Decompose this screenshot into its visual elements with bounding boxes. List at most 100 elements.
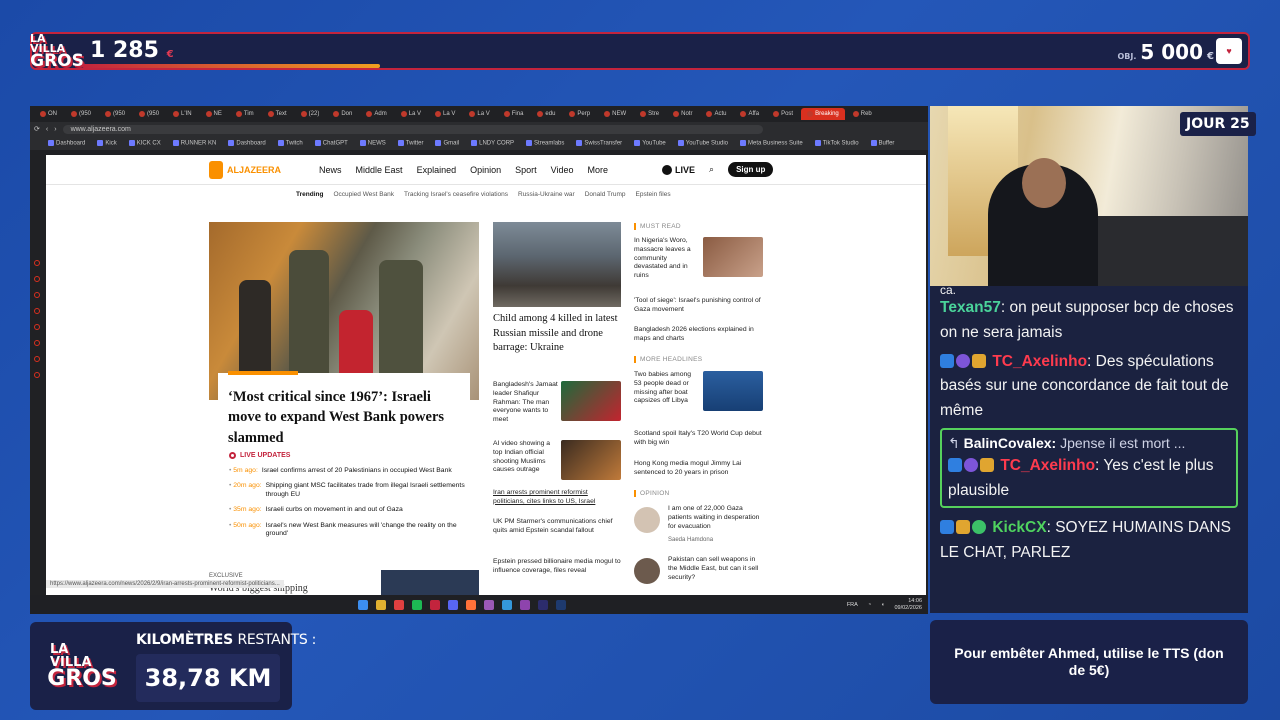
bookmark-item[interactable]: SwissTransfer — [576, 139, 622, 146]
exclusive-image[interactable] — [381, 570, 479, 595]
update-item[interactable]: 35m ago:Israeli curbs on movement in and… — [229, 506, 479, 514]
bookmark-item[interactable]: YouTube — [634, 139, 666, 146]
browser-tab[interactable]: Reb — [847, 108, 878, 120]
bookmark-item[interactable]: Twitch — [277, 139, 303, 146]
browser-tab[interactable]: La V — [395, 108, 427, 120]
bookmark-item[interactable]: Kick — [97, 139, 117, 146]
forward-icon[interactable]: › — [54, 126, 56, 133]
headline-link[interactable]: Two babies among 53 people dead or missi… — [634, 371, 698, 406]
browser-tab[interactable]: NE — [200, 108, 228, 120]
app-icon[interactable] — [484, 599, 494, 610]
reload-icon[interactable]: ⟳ — [34, 125, 40, 133]
browser-tab[interactable]: Adm — [360, 108, 392, 120]
bookmark-item[interactable]: TikTok Studio — [814, 139, 859, 146]
must-read-thumb[interactable] — [703, 237, 763, 277]
photoshop-icon[interactable] — [556, 599, 566, 610]
lead-story-title[interactable]: ‘Most critical since 1967’: Israeli move… — [228, 387, 460, 448]
browser-tab[interactable]: Breaking — [801, 108, 845, 120]
browser-icon[interactable] — [430, 599, 440, 610]
bookmark-item[interactable]: Dashboard — [228, 139, 266, 146]
must-read-link[interactable]: 'Tool of siege': Israel's punishing cont… — [634, 297, 764, 315]
bookmark-item[interactable]: Gmail — [435, 139, 459, 146]
mid-story-title[interactable]: Child among 4 killed in latest Russian m… — [493, 312, 621, 356]
browser-tab[interactable]: L'IN — [167, 108, 197, 120]
lead-story-card[interactable]: ‘Most critical since 1967’: Israeli move… — [218, 371, 470, 463]
browser-tab[interactable]: La V — [463, 108, 495, 120]
spotify-icon[interactable] — [412, 599, 422, 610]
browser-tab[interactable]: Notr — [667, 108, 698, 120]
nav-item[interactable]: Video — [551, 165, 574, 175]
browser-tab[interactable]: Affa — [734, 108, 765, 120]
browser-tab[interactable]: La V — [429, 108, 461, 120]
opinion-link[interactable]: I am one of 22,000 Gaza patients waiting… — [668, 505, 766, 531]
update-item[interactable]: 5m ago:Israel confirms arrest of 20 Pale… — [229, 467, 479, 475]
bookmark-item[interactable]: RUNNER KN — [172, 139, 216, 146]
trending-link[interactable]: Occupied West Bank — [333, 191, 394, 198]
bookmark-item[interactable]: Streamlabs — [526, 139, 564, 146]
browser-tab[interactable]: edu — [531, 108, 561, 120]
bookmark-item[interactable]: YouTube Studio — [677, 139, 728, 146]
wifi-icon[interactable]: ◔ — [868, 602, 871, 608]
browser-tab[interactable]: Fina — [498, 108, 530, 120]
language-indicator[interactable]: FRA — [847, 602, 858, 608]
update-item[interactable]: 50m ago:Israel's new West Bank measures … — [229, 522, 479, 539]
bookmark-item[interactable]: NEWS — [359, 139, 386, 146]
nav-item[interactable]: More — [588, 165, 609, 175]
browser-tab[interactable]: Tim — [230, 108, 260, 120]
nav-item[interactable]: Middle East — [356, 165, 403, 175]
search-icon[interactable]: ⌕ — [709, 164, 714, 175]
aljazeera-logo[interactable]: ALJAZEERA — [209, 160, 281, 179]
premiere-icon[interactable] — [538, 599, 548, 610]
browser-tab[interactable]: Don — [327, 108, 358, 120]
chrome-icon[interactable] — [394, 599, 404, 610]
story-link[interactable]: Bangladesh's Jamaat leader Shafiqur Rahm… — [493, 381, 559, 425]
headline-link[interactable]: Scotland spoil Italy's T20 World Cup deb… — [634, 430, 764, 448]
trending-link[interactable]: Epstein files — [636, 191, 671, 198]
story-thumb[interactable] — [561, 381, 621, 421]
live-button[interactable]: LIVE — [662, 164, 695, 175]
app-icon[interactable] — [502, 599, 512, 610]
browser-tab[interactable]: ON — [34, 108, 63, 120]
taskbar-clock[interactable]: 14:06 09/02/2026 — [894, 598, 922, 610]
story-link[interactable]: AI video showing a top Indian official s… — [493, 440, 559, 475]
folder-icon[interactable] — [376, 599, 386, 610]
bookmark-item[interactable]: Buffer — [870, 139, 894, 146]
signup-button[interactable]: Sign up — [728, 162, 774, 177]
chat-username[interactable]: Texan57 — [940, 299, 1001, 316]
avatar[interactable] — [634, 558, 660, 584]
trending-link[interactable]: Tracking Israel's ceasefire violations — [404, 191, 508, 198]
headline-link[interactable]: Hong Kong media mogul Jimmy Lai sentence… — [634, 460, 764, 478]
opinion-link[interactable]: Pakistan can sell weapons in the Middle … — [668, 556, 766, 582]
story-link[interactable]: UK PM Starmer's communications chief qui… — [493, 518, 621, 536]
app-icon[interactable] — [520, 599, 530, 610]
browser-tab[interactable]: Actu — [700, 108, 732, 120]
bookmark-item[interactable]: Dashboard — [48, 139, 85, 146]
chat-username[interactable]: KickCX — [992, 519, 1046, 536]
browser-tab[interactable]: Perp — [563, 108, 596, 120]
story-link[interactable]: Epstein pressed billionaire media mogul … — [493, 558, 621, 576]
browser-tab[interactable]: (950 — [65, 108, 97, 120]
browser-tab[interactable]: (950 — [133, 108, 165, 120]
bookmark-item[interactable]: LNDY CORP — [471, 139, 514, 146]
story-thumb[interactable] — [561, 440, 621, 480]
headline-thumb[interactable] — [703, 371, 763, 411]
reply-username[interactable]: BalinCovalex: — [964, 435, 1057, 451]
volume-icon[interactable]: ◖ — [881, 602, 884, 608]
must-read-link[interactable]: Bangladesh 2026 elections explained in m… — [634, 326, 764, 344]
nav-item[interactable]: Opinion — [470, 165, 501, 175]
chat-username[interactable]: TC_Axelinho — [992, 353, 1087, 370]
browser-tab[interactable]: Stre — [634, 108, 665, 120]
browser-tab[interactable]: (950 — [99, 108, 131, 120]
browser-tab[interactable]: (22) — [295, 108, 326, 120]
start-icon[interactable] — [358, 599, 368, 610]
browser-tab[interactable]: Text — [262, 108, 293, 120]
story-link[interactable]: Iran arrests prominent reformist politic… — [493, 489, 621, 507]
firefox-icon[interactable] — [466, 599, 476, 610]
bookmark-item[interactable]: KICK CX — [128, 139, 161, 146]
nav-item[interactable]: Sport — [515, 165, 537, 175]
avatar[interactable] — [634, 507, 660, 533]
discord-icon[interactable] — [448, 599, 458, 610]
bookmark-item[interactable]: Meta Business Suite — [740, 139, 803, 146]
trending-link[interactable]: Russia-Ukraine war — [518, 191, 575, 198]
chat-username[interactable]: TC_Axelinho — [1000, 457, 1095, 474]
